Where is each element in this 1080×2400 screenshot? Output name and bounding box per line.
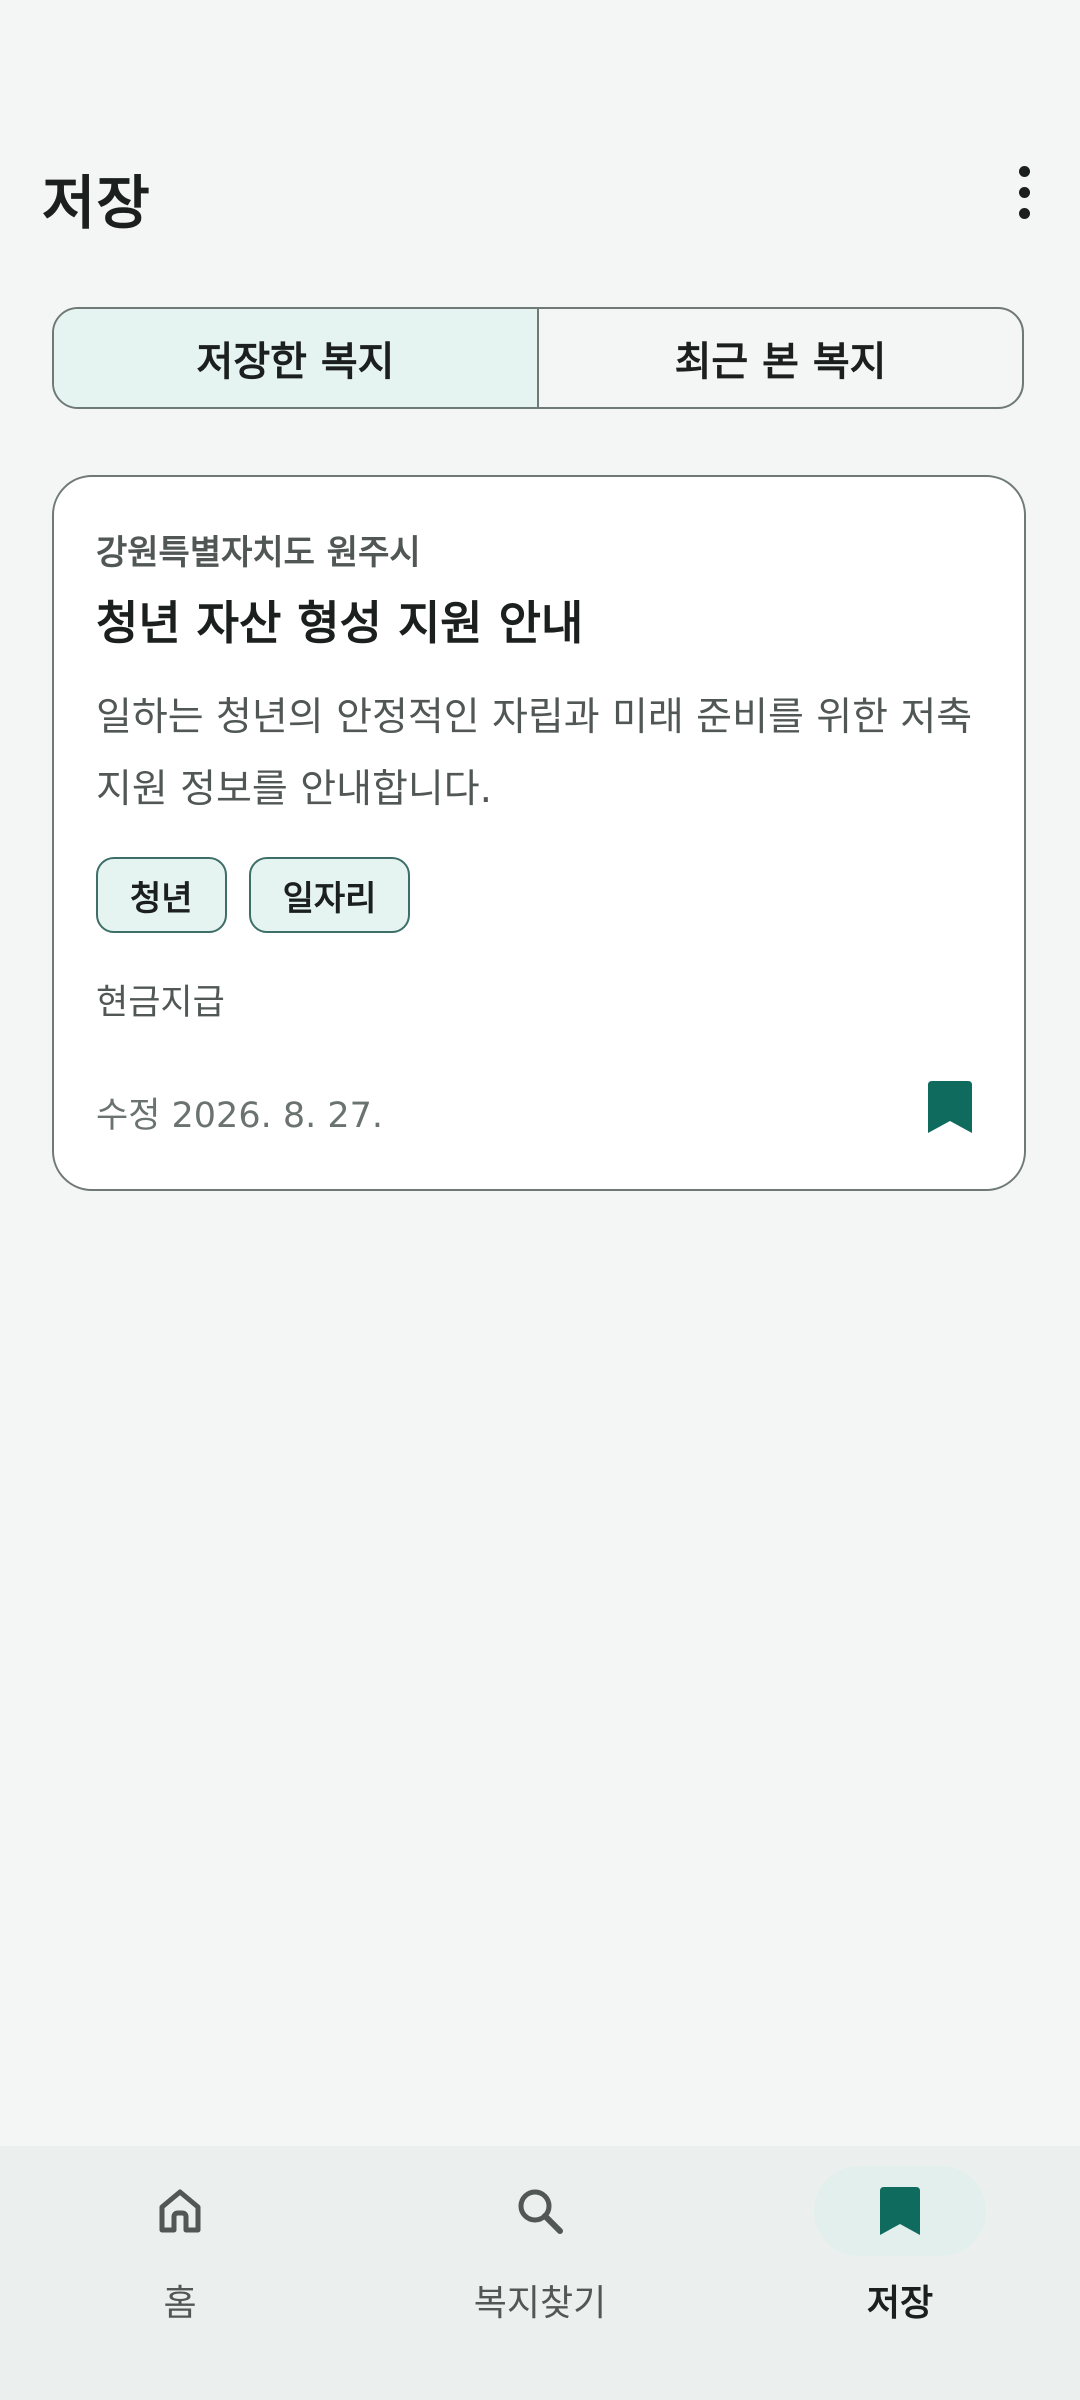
- nav-item-search[interactable]: 복지찾기: [360, 2146, 720, 2400]
- tag-list: 청년 일자리: [96, 857, 411, 933]
- app-bar: 저장: [0, 0, 1080, 290]
- home-icon: [159, 2189, 201, 2233]
- nav-indicator: [454, 2166, 626, 2256]
- more-options-button[interactable]: [988, 150, 1060, 234]
- card-region: 강원특별자치도 원주시: [96, 533, 421, 573]
- more-vert-icon: [1018, 165, 1030, 177]
- tag-chip: 일자리: [248, 857, 411, 933]
- page-title: 저장: [42, 169, 151, 237]
- bookmark-button[interactable]: [928, 1081, 972, 1133]
- search-icon: [518, 2189, 563, 2234]
- support-type: 현금지급: [96, 983, 225, 1023]
- tab-recent-welfare[interactable]: 최근 본 복지: [537, 309, 1022, 407]
- saved-tabs: 저장한 복지 최근 본 복지: [52, 307, 1024, 409]
- nav-label-home: 홈: [163, 2283, 197, 2324]
- card-title: 청년 자산 형성 지원 안내: [96, 596, 584, 650]
- bookmark-icon: [880, 2187, 920, 2235]
- nav-label-saved: 저장: [866, 2283, 934, 2324]
- more-vert-icon-dot: [1018, 207, 1030, 219]
- nav-label-search: 복지찾기: [473, 2283, 607, 2324]
- bottom-navigation: 홈 복지찾기 저장: [0, 2146, 1080, 2400]
- card-description: 일하는 청년의 안정적인 자립과 미래 준비를 위한 저축 지원 정보를 안내합…: [96, 695, 973, 812]
- welfare-card[interactable]: 강원특별자치도 원주시 청년 자산 형성 지원 안내 일하는 청년의 안정적인 …: [52, 475, 1026, 1191]
- tab-saved-welfare[interactable]: 저장한 복지: [54, 309, 537, 407]
- more-vert-icon-dot: [1018, 186, 1030, 198]
- updated-date: 수정 2026. 8. 27.: [96, 1096, 384, 1136]
- nav-indicator: [94, 2166, 266, 2256]
- tag-chip: 청년: [96, 857, 227, 933]
- nav-indicator-active: [814, 2166, 986, 2256]
- nav-item-home[interactable]: 홈: [0, 2146, 360, 2400]
- bookmark-filled-icon: [928, 1081, 972, 1133]
- nav-item-saved[interactable]: 저장: [720, 2146, 1080, 2400]
